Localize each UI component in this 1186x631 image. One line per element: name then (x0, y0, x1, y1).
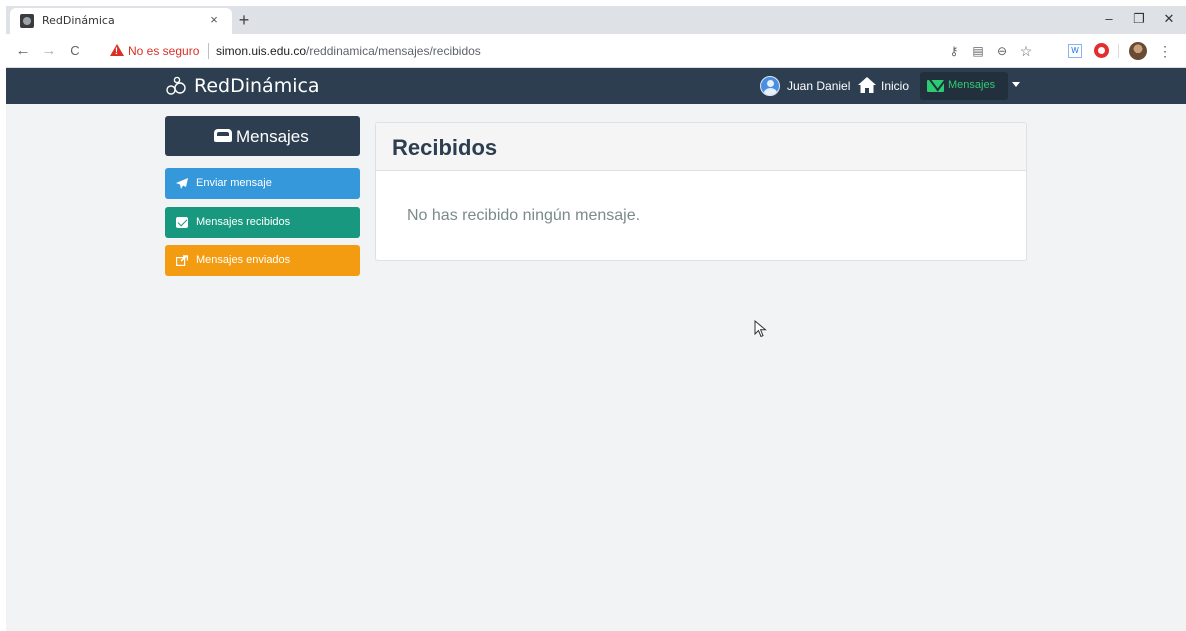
brand-name: RedDinámica (194, 75, 320, 97)
menu-icon[interactable]: ⋮ (1158, 42, 1172, 60)
network-logo-icon (166, 76, 186, 95)
browser-tab[interactable]: RedDinámica × (10, 8, 232, 34)
back-button[interactable]: ← (14, 43, 32, 59)
opera-extension-icon[interactable] (1094, 43, 1109, 58)
dropdown-caret-icon[interactable] (1012, 82, 1020, 87)
home-icon[interactable] (857, 76, 877, 94)
sent-messages-label: Mensajes enviados (196, 254, 291, 266)
tab-strip: RedDinámica × + – ❐ ✕ (6, 6, 1186, 34)
empty-state-message: No has recibido ningún mensaje. (407, 207, 641, 224)
warning-icon[interactable]: ! (110, 44, 124, 56)
main-content: Mensajes Enviar mensaje Mensajes recibid… (6, 104, 1186, 631)
reload-button[interactable]: C (66, 43, 84, 59)
new-tab-button[interactable]: + (234, 10, 254, 30)
sidebar-header: Mensajes (165, 116, 360, 156)
messages-nav-label: Mensajes (948, 79, 996, 91)
sidebar-title: Mensajes (236, 127, 309, 146)
browser-toolbar: ← → C ! No es seguro simon.uis.edu.co/re… (6, 34, 1186, 68)
paper-plane-icon (176, 178, 188, 189)
zoom-icon[interactable]: ⊖ (994, 43, 1010, 59)
close-tab-icon[interactable]: × (206, 12, 222, 28)
share-square-icon (176, 255, 188, 266)
panel-header: Recibidos (376, 123, 1026, 171)
restore-button[interactable]: ❐ (1124, 9, 1154, 29)
check-square-icon (176, 217, 188, 228)
address-bar[interactable]: simon.uis.edu.co/reddinamica/mensajes/re… (216, 44, 481, 58)
profile-avatar[interactable] (1129, 42, 1147, 60)
site-favicon-icon (20, 14, 34, 28)
inbox-icon (214, 129, 232, 142)
mouse-cursor-icon (754, 320, 767, 338)
extension-divider (1118, 44, 1119, 58)
address-separator (208, 43, 209, 59)
received-messages-button[interactable]: Mensajes recibidos (165, 207, 360, 238)
received-messages-label: Mensajes recibidos (196, 216, 291, 228)
send-message-button[interactable]: Enviar mensaje (165, 168, 360, 199)
site-navbar: RedDinámica Juan Daniel Inicio Mensajes (6, 68, 1186, 104)
close-window-button[interactable]: ✕ (1154, 9, 1184, 29)
forward-button[interactable]: → (40, 43, 58, 59)
send-message-label: Enviar mensaje (196, 177, 272, 189)
sent-messages-button[interactable]: Mensajes enviados (165, 245, 360, 276)
received-panel: Recibidos No has recibido ningún mensaje… (375, 122, 1027, 261)
word-extension-icon[interactable]: W (1068, 44, 1082, 58)
minimize-button[interactable]: – (1094, 9, 1124, 29)
key-icon[interactable]: ⚷ (946, 43, 962, 59)
messages-nav-button[interactable]: Mensajes (920, 72, 1008, 100)
home-link[interactable]: Inicio (881, 79, 909, 93)
star-icon[interactable]: ☆ (1018, 43, 1034, 59)
user-avatar[interactable] (760, 76, 780, 96)
panel-title: Recibidos (392, 135, 498, 160)
browser-window: RedDinámica × + – ❐ ✕ ← → C ! No es segu… (6, 6, 1186, 631)
translate-icon[interactable]: ▤ (970, 43, 986, 59)
security-status[interactable]: No es seguro (128, 44, 199, 58)
envelope-icon (927, 80, 944, 92)
user-name-link[interactable]: Juan Daniel (787, 79, 850, 93)
url-path: /reddinamica/mensajes/recibidos (306, 44, 481, 58)
tab-title: RedDinámica (42, 14, 115, 27)
url-host: simon.uis.edu.co (216, 44, 307, 58)
